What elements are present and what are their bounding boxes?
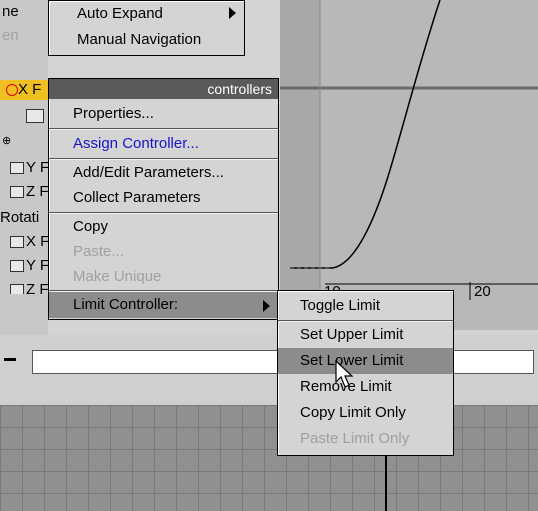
menu-header: controllers	[49, 79, 278, 99]
hierarchy-row[interactable]: Z F	[0, 280, 48, 294]
hierarchy-row[interactable]: X F	[0, 232, 48, 252]
menu-item-label: Manual Navigation	[77, 31, 202, 48]
menu-item-properties[interactable]: Properties...	[49, 101, 278, 127]
hierarchy-row[interactable]: Z F	[0, 182, 48, 202]
menu-item-label: Toggle Limit	[300, 297, 381, 314]
hierarchy-row-label: Y F	[26, 159, 48, 176]
menu-item-label: Paste Limit Only	[300, 430, 410, 447]
menu-item-copy[interactable]: Copy	[49, 214, 278, 240]
curve-icon	[10, 186, 24, 199]
hierarchy-row-label: Z F	[26, 183, 48, 200]
key-icon[interactable]	[0, 350, 30, 374]
submenu-arrow-icon	[229, 7, 236, 19]
menu-item-copy-limit-only[interactable]: Copy Limit Only	[278, 400, 453, 426]
menu-item-limit-controller[interactable]: Limit Controller:	[49, 292, 278, 318]
track-view-hierarchy: ne en X F ⊕ Y F Z F Rotati X F Y F Z F	[0, 0, 48, 335]
curve-editor[interactable]: 10 10 20	[280, 0, 538, 330]
hierarchy-row-label: Y F	[26, 257, 48, 274]
menu-item-label: Assign Controller...	[73, 135, 199, 152]
menu-item-set-upper-limit[interactable]: Set Upper Limit	[278, 322, 453, 348]
menu-item-paste-limit-only: Paste Limit Only	[278, 426, 453, 452]
track-icon	[6, 84, 18, 97]
hierarchy-row-label: X F	[26, 233, 48, 250]
menu-item-label: Collect Parameters	[73, 189, 201, 206]
hierarchy-row[interactable]: ⊕	[0, 130, 48, 150]
hierarchy-row: en	[2, 27, 19, 44]
curve-icon	[26, 109, 44, 124]
menu-item-label: Paste...	[73, 243, 124, 260]
menu-item-paste: Paste...	[49, 239, 278, 265]
menu-item-manual-navigation[interactable]: Manual Navigation	[49, 27, 244, 53]
menu-item-add-edit-parameters[interactable]: Add/Edit Parameters...	[49, 160, 278, 186]
menu-item-label: Limit Controller:	[73, 296, 179, 313]
menu-item-label: Properties...	[73, 105, 154, 122]
curve-icon	[10, 260, 24, 273]
menu-item-label: Make Unique	[73, 268, 162, 285]
mouse-cursor-icon	[335, 360, 354, 388]
menu-item-label: Set Upper Limit	[300, 326, 404, 343]
hierarchy-row: ne	[2, 3, 19, 20]
limit-controller-submenu: Toggle Limit Set Upper Limit Set Lower L…	[277, 290, 454, 456]
menu-item-make-unique: Make Unique	[49, 264, 278, 290]
controllers-context-menu: controllers Properties... Assign Control…	[48, 78, 279, 320]
curve-icon	[10, 284, 24, 294]
hierarchy-row[interactable]	[0, 106, 48, 126]
menu-item-toggle-limit[interactable]: Toggle Limit	[278, 293, 453, 319]
curve-icon	[10, 236, 24, 249]
menu-item-label: Auto Expand	[77, 5, 163, 22]
menu-item-collect-parameters[interactable]: Collect Parameters	[49, 185, 278, 211]
menu-item-set-lower-limit[interactable]: Set Lower Limit	[278, 348, 453, 374]
hierarchy-row[interactable]: Y F	[0, 158, 48, 178]
menu-item-label: Add/Edit Parameters...	[73, 164, 224, 181]
hierarchy-row[interactable]: Rotati	[0, 208, 48, 228]
menu-item-remove-limit[interactable]: Remove Limit	[278, 374, 453, 400]
hierarchy-row-label: X F	[18, 81, 42, 98]
menu-item-label: Copy Limit Only	[300, 404, 406, 421]
menu-item-auto-expand[interactable]: Auto Expand	[49, 1, 244, 27]
submenu-arrow-icon	[263, 300, 270, 312]
menu-item-assign-controller[interactable]: Assign Controller...	[49, 131, 278, 157]
viewport-grid[interactable]	[0, 405, 538, 511]
hierarchy-row-selected[interactable]: X F	[0, 80, 48, 100]
curve-graph: 10 10 20	[280, 0, 538, 330]
menu-item-label: Copy	[73, 218, 109, 235]
curve-icon	[10, 162, 24, 175]
view-options-menu: Auto Expand Manual Navigation	[48, 0, 245, 56]
menu-separator	[49, 128, 278, 130]
expand-icon: ⊕	[2, 135, 12, 147]
hierarchy-row[interactable]: Y F	[0, 256, 48, 276]
x-tick-label-20: 20	[474, 283, 491, 300]
hierarchy-row-label: Z F	[26, 281, 48, 294]
